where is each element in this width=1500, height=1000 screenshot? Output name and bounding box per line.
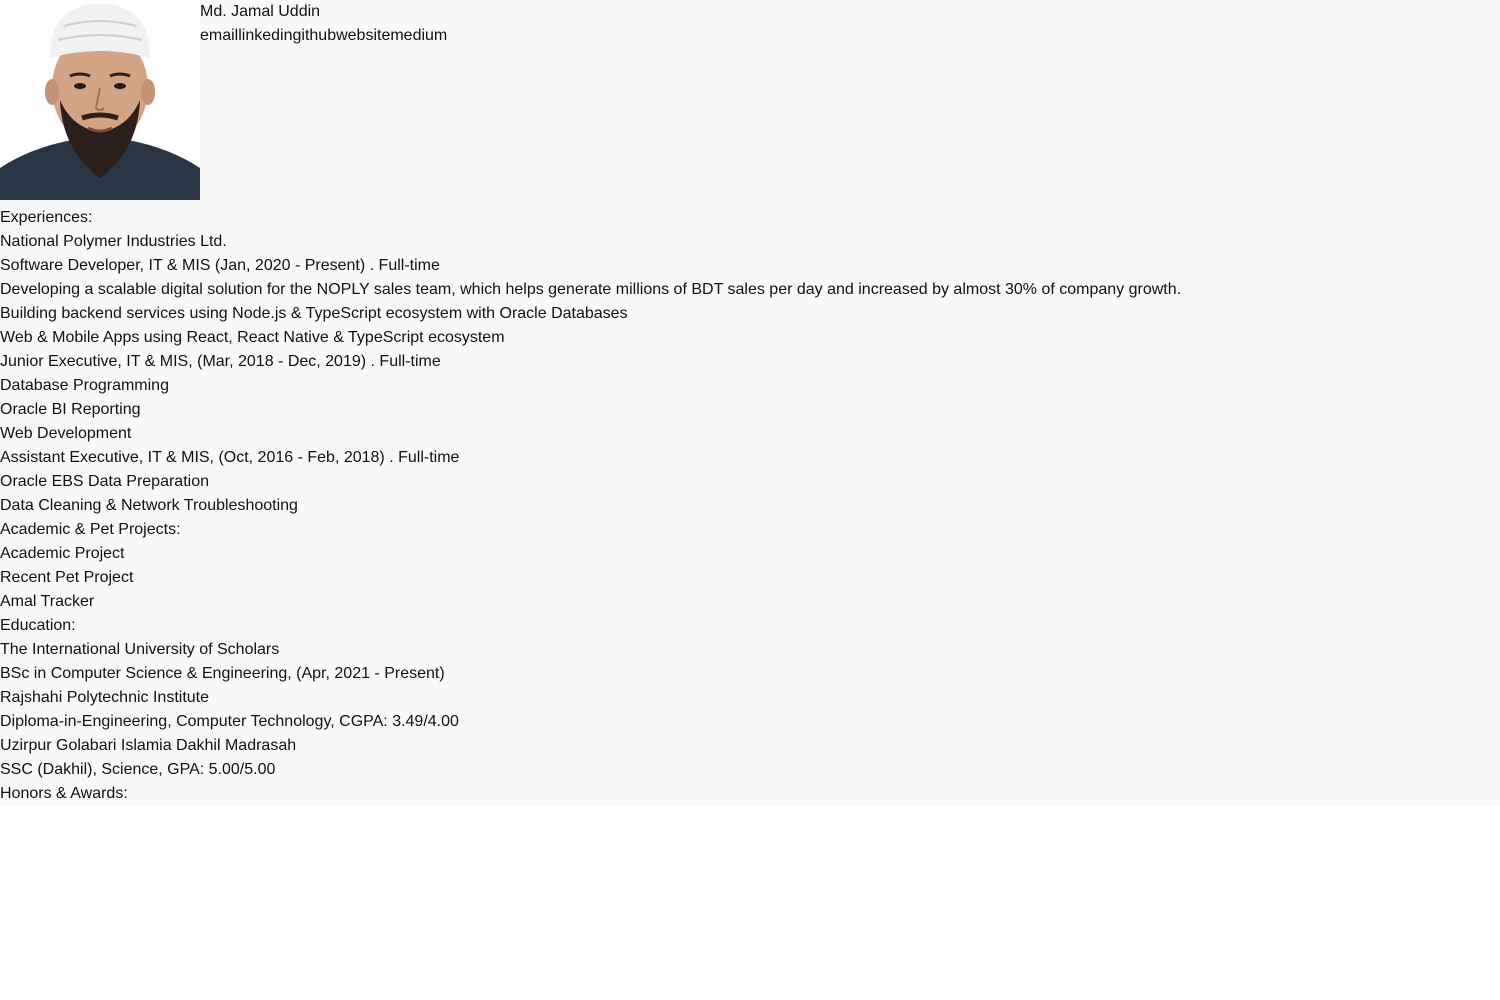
school-name: The International University of Scholars: [0, 641, 280, 658]
school-name: Uzirpur Golabari Islamia Dakhil Madrasah: [0, 737, 297, 754]
linkedin-link[interactable]: linkedin: [238, 24, 292, 48]
project-item: Academic Project: [0, 545, 125, 562]
website-link[interactable]: website: [336, 24, 390, 48]
role-item: Web & Mobile Apps using React, React Nat…: [0, 329, 505, 346]
github-link[interactable]: github: [293, 24, 337, 48]
project-item: Recent Pet Project: [0, 569, 134, 586]
resume-page: Md. Jamal Uddin email linkedin github we…: [0, 0, 1500, 806]
school-detail: SSC (Dakhil), Science, GPA: 5.00/5.00: [0, 761, 276, 778]
role-item: Data Cleaning & Network Troubleshooting: [0, 497, 298, 514]
email-link[interactable]: email: [200, 24, 238, 48]
profile-identity: Md. Jamal Uddin email linkedin github we…: [200, 0, 447, 48]
resume-content: Experiences: National Polymer Industries…: [0, 206, 1181, 806]
role-item: Oracle EBS Data Preparation: [0, 473, 209, 490]
profile-photo-image: [0, 0, 200, 200]
role-item: Developing a scalable digital solution f…: [0, 281, 1182, 298]
profile-links: email linkedin github website medium: [200, 24, 447, 48]
role-title: Junior Executive, IT & MIS, (Mar, 2018 -…: [0, 353, 441, 370]
role-item: Database Programming: [0, 377, 169, 394]
role-item: Building backend services using Node.js …: [0, 305, 628, 322]
profile-photo: [0, 0, 200, 200]
school-name: Rajshahi Polytechnic Institute: [0, 689, 209, 706]
project-item: Amal Tracker: [0, 593, 95, 610]
role-title: Software Developer, IT & MIS (Jan, 2020 …: [0, 257, 440, 274]
role-item: Web Development: [0, 425, 132, 442]
school-detail: Diploma-in-Engineering, Computer Technol…: [0, 713, 459, 730]
company-name: National Polymer Industries Ltd.: [0, 233, 227, 250]
school-detail: BSc in Computer Science & Engineering, (…: [0, 665, 445, 682]
projects-heading: Academic & Pet Projects:: [0, 521, 181, 538]
awards-heading: Honors & Awards:: [0, 785, 128, 802]
profile-name: Md. Jamal Uddin: [200, 3, 321, 20]
role-item: Oracle BI Reporting: [0, 401, 141, 418]
experiences-heading: Experiences:: [0, 209, 93, 226]
medium-link[interactable]: medium: [390, 24, 447, 48]
profile-header: Md. Jamal Uddin email linkedin github we…: [0, 0, 1500, 200]
role-title: Assistant Executive, IT & MIS, (Oct, 201…: [0, 449, 460, 466]
education-heading: Education:: [0, 617, 76, 634]
